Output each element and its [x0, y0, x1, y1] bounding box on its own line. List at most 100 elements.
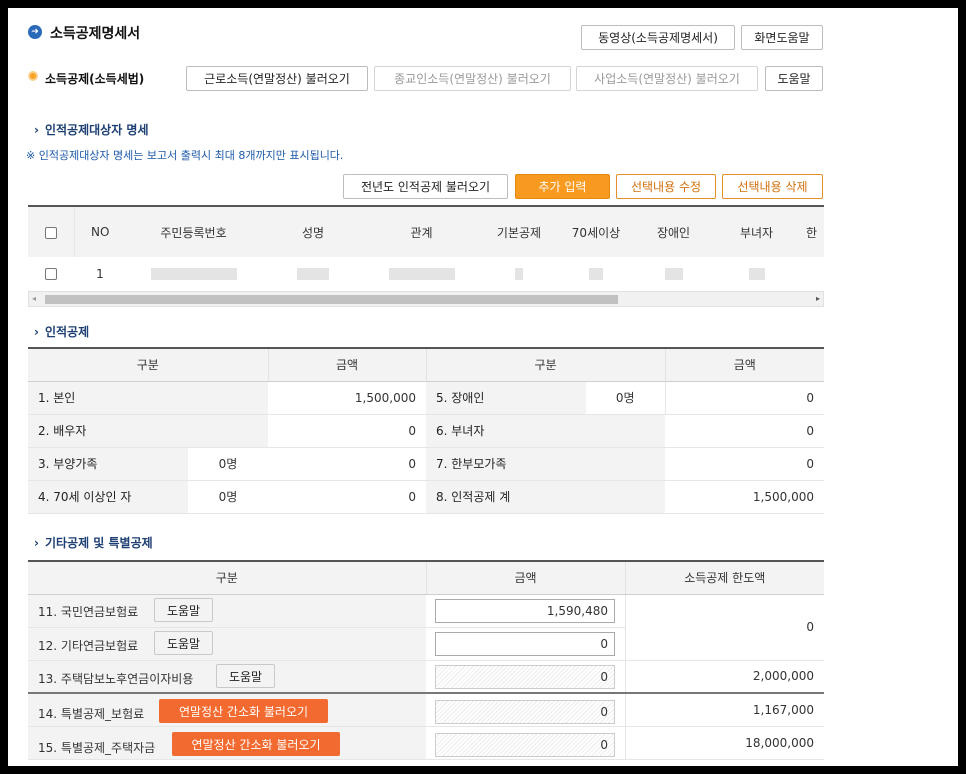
row-female [715, 257, 798, 289]
col-single-parent: 한 [798, 207, 824, 257]
national-pension-help-button[interactable]: 도움말 [154, 598, 213, 622]
special-housing-label: 15. 특별공제_주택자금 [38, 741, 156, 755]
insurance-limit: 1,167,000 [624, 693, 824, 726]
header-category-left: 구분 [28, 348, 268, 382]
scroll-right-icon[interactable]: ▸ [816, 294, 820, 303]
special-insurance-label: 14. 특별공제_보험료 [38, 707, 145, 721]
chevron-right-icon: › [34, 324, 39, 339]
dependents-table-wrapper: NO 주민등록번호 성명 관계 기본공제 70세이상 장애인 부녀자 한 1 [28, 205, 824, 289]
col-resident-number: 주민등록번호 [126, 207, 261, 257]
dependents-family-amount: 0 [268, 447, 426, 480]
window-frame: ➜ 소득공제명세서 동영상(소득공제명세서) 화면도움말 소득공제(소득세법) … [8, 8, 958, 766]
dependents-family-count: 0명 [188, 447, 268, 480]
select-all-checkbox[interactable] [44, 226, 57, 239]
row-relation [365, 257, 478, 289]
chevron-right-icon: › [34, 535, 39, 550]
pension-limit: 0 [624, 594, 824, 660]
header-amount: 금액 [425, 561, 625, 595]
special-insurance-input: 0 [435, 700, 615, 724]
load-business-income-button[interactable]: 사업소득(연말정산) 불러오기 [576, 66, 758, 91]
header-amount-left: 금액 [267, 348, 426, 382]
housing-limit: 18,000,000 [624, 726, 824, 759]
personal-title-text: 인적공제 [44, 325, 90, 339]
col-age70: 70세이상 [560, 207, 632, 257]
row-name [261, 257, 365, 289]
female-amount: 0 [665, 414, 824, 447]
single-parent-amount: 0 [665, 447, 824, 480]
header-category: 구분 [28, 561, 426, 595]
single-parent-label: 7. 한부모가족 [426, 447, 665, 480]
row-checkbox[interactable] [45, 268, 57, 280]
self-amount: 1,500,000 [268, 381, 426, 414]
national-pension-input[interactable]: 1,590,480 [435, 599, 615, 623]
dependents-family-label: 3. 부양가족 [28, 447, 188, 480]
load-housing-simplified-button[interactable]: 연말정산 간소화 불러오기 [172, 732, 340, 756]
load-prior-year-button[interactable]: 전년도 인적공제 불러오기 [343, 174, 508, 199]
import-help-button[interactable]: 도움말 [765, 66, 823, 91]
other-section-title: › 기타공제 및 특별공제 [34, 534, 153, 551]
row-resident-number [126, 257, 261, 289]
scrollbar-thumb[interactable] [45, 295, 618, 304]
col-basic-deduction: 기본공제 [478, 207, 560, 257]
screen-help-button[interactable]: 화면도움말 [741, 25, 823, 50]
other-title-text: 기타공제 및 특별공제 [44, 536, 153, 550]
disabled-amount: 0 [664, 381, 824, 414]
header-amount-right: 금액 [664, 348, 824, 382]
disabled-count: 0명 [586, 381, 665, 414]
video-guide-button[interactable]: 동영상(소득공제명세서) [581, 25, 735, 50]
dependents-title-text: 인적공제대상자 명세 [44, 123, 149, 137]
load-earned-income-button[interactable]: 근로소득(연말정산) 불러오기 [186, 66, 368, 91]
page-title: 소득공제명세서 [50, 26, 141, 42]
other-pension-help-button[interactable]: 도움말 [154, 631, 213, 655]
other-deduction-table: 구분 금액 소득공제 한도액 0 2,000,000 1,167,000 18,… [28, 560, 824, 760]
import-bar-label: 소득공제(소득세법) [45, 72, 145, 86]
add-entry-button[interactable]: 추가 입력 [515, 174, 610, 199]
row-select-cell [28, 257, 74, 289]
row-no: 1 [96, 266, 104, 281]
mortgage-pension-label: 13. 주택담보노후연금이자비용 [38, 672, 194, 686]
chevron-right-icon: › [34, 122, 39, 137]
col-no: NO [74, 207, 126, 257]
other-pension-input[interactable]: 0 [435, 632, 615, 656]
edit-selected-button[interactable]: 선택내용 수정 [616, 174, 716, 199]
age70-count: 0명 [188, 480, 268, 513]
row-basic-deduction [478, 257, 560, 289]
col-disabled: 장애인 [632, 207, 715, 257]
orange-bullet-icon [28, 71, 38, 81]
personal-total-amount: 1,500,000 [665, 480, 824, 513]
mortgage-pension-help-button[interactable]: 도움말 [216, 664, 275, 688]
mortgage-pension-input: 0 [435, 665, 615, 689]
col-female: 부녀자 [715, 207, 798, 257]
horizontal-scrollbar[interactable]: ◂ ▸ [28, 291, 824, 307]
national-pension-label: 11. 국민연금보험료 [38, 605, 139, 619]
personal-section-title: › 인적공제 [34, 323, 89, 340]
delete-selected-button[interactable]: 선택내용 삭제 [722, 174, 823, 199]
header-category-right: 구분 [425, 348, 665, 382]
age70-label: 4. 70세 이상인 자 [28, 480, 188, 513]
row-age70 [560, 257, 632, 289]
other-pension-label: 12. 기타연금보험료 [38, 639, 139, 653]
table-row[interactable]: 1 [28, 257, 824, 289]
select-all-cell [28, 207, 75, 257]
dependents-section-title: › 인적공제대상자 명세 [34, 121, 149, 138]
load-insurance-simplified-button[interactable]: 연말정산 간소화 불러오기 [159, 699, 328, 723]
special-housing-input: 0 [435, 733, 615, 757]
col-name: 성명 [261, 207, 365, 257]
header-limit: 소득공제 한도액 [624, 561, 824, 595]
row-disabled [632, 257, 715, 289]
disabled-label: 5. 장애인 [426, 381, 586, 414]
load-religious-income-button[interactable]: 종교인소득(연말정산) 불러오기 [374, 66, 571, 91]
col-relation: 관계 [365, 207, 478, 257]
personal-deduction-table: 구분 금액 구분 금액 1. 본인 1,500,000 5. 장애인 0명 0 … [28, 347, 824, 514]
scroll-left-icon[interactable]: ◂ [32, 294, 36, 303]
mortgage-limit: 2,000,000 [624, 660, 824, 693]
dependents-table: NO 주민등록번호 성명 관계 기본공제 70세이상 장애인 부녀자 한 1 [28, 207, 824, 289]
age70-amount: 0 [268, 480, 426, 513]
arrow-circle-icon: ➜ [28, 25, 42, 39]
female-label: 6. 부녀자 [426, 414, 665, 447]
spouse-label: 2. 배우자 [28, 414, 268, 447]
row-single-parent [798, 257, 824, 289]
spouse-amount: 0 [268, 414, 426, 447]
dependents-note: ※ 인적공제대상자 명세는 보고서 출력시 최대 8개까지만 표시됩니다. [26, 149, 344, 162]
personal-total-label: 8. 인적공제 계 [426, 480, 665, 513]
